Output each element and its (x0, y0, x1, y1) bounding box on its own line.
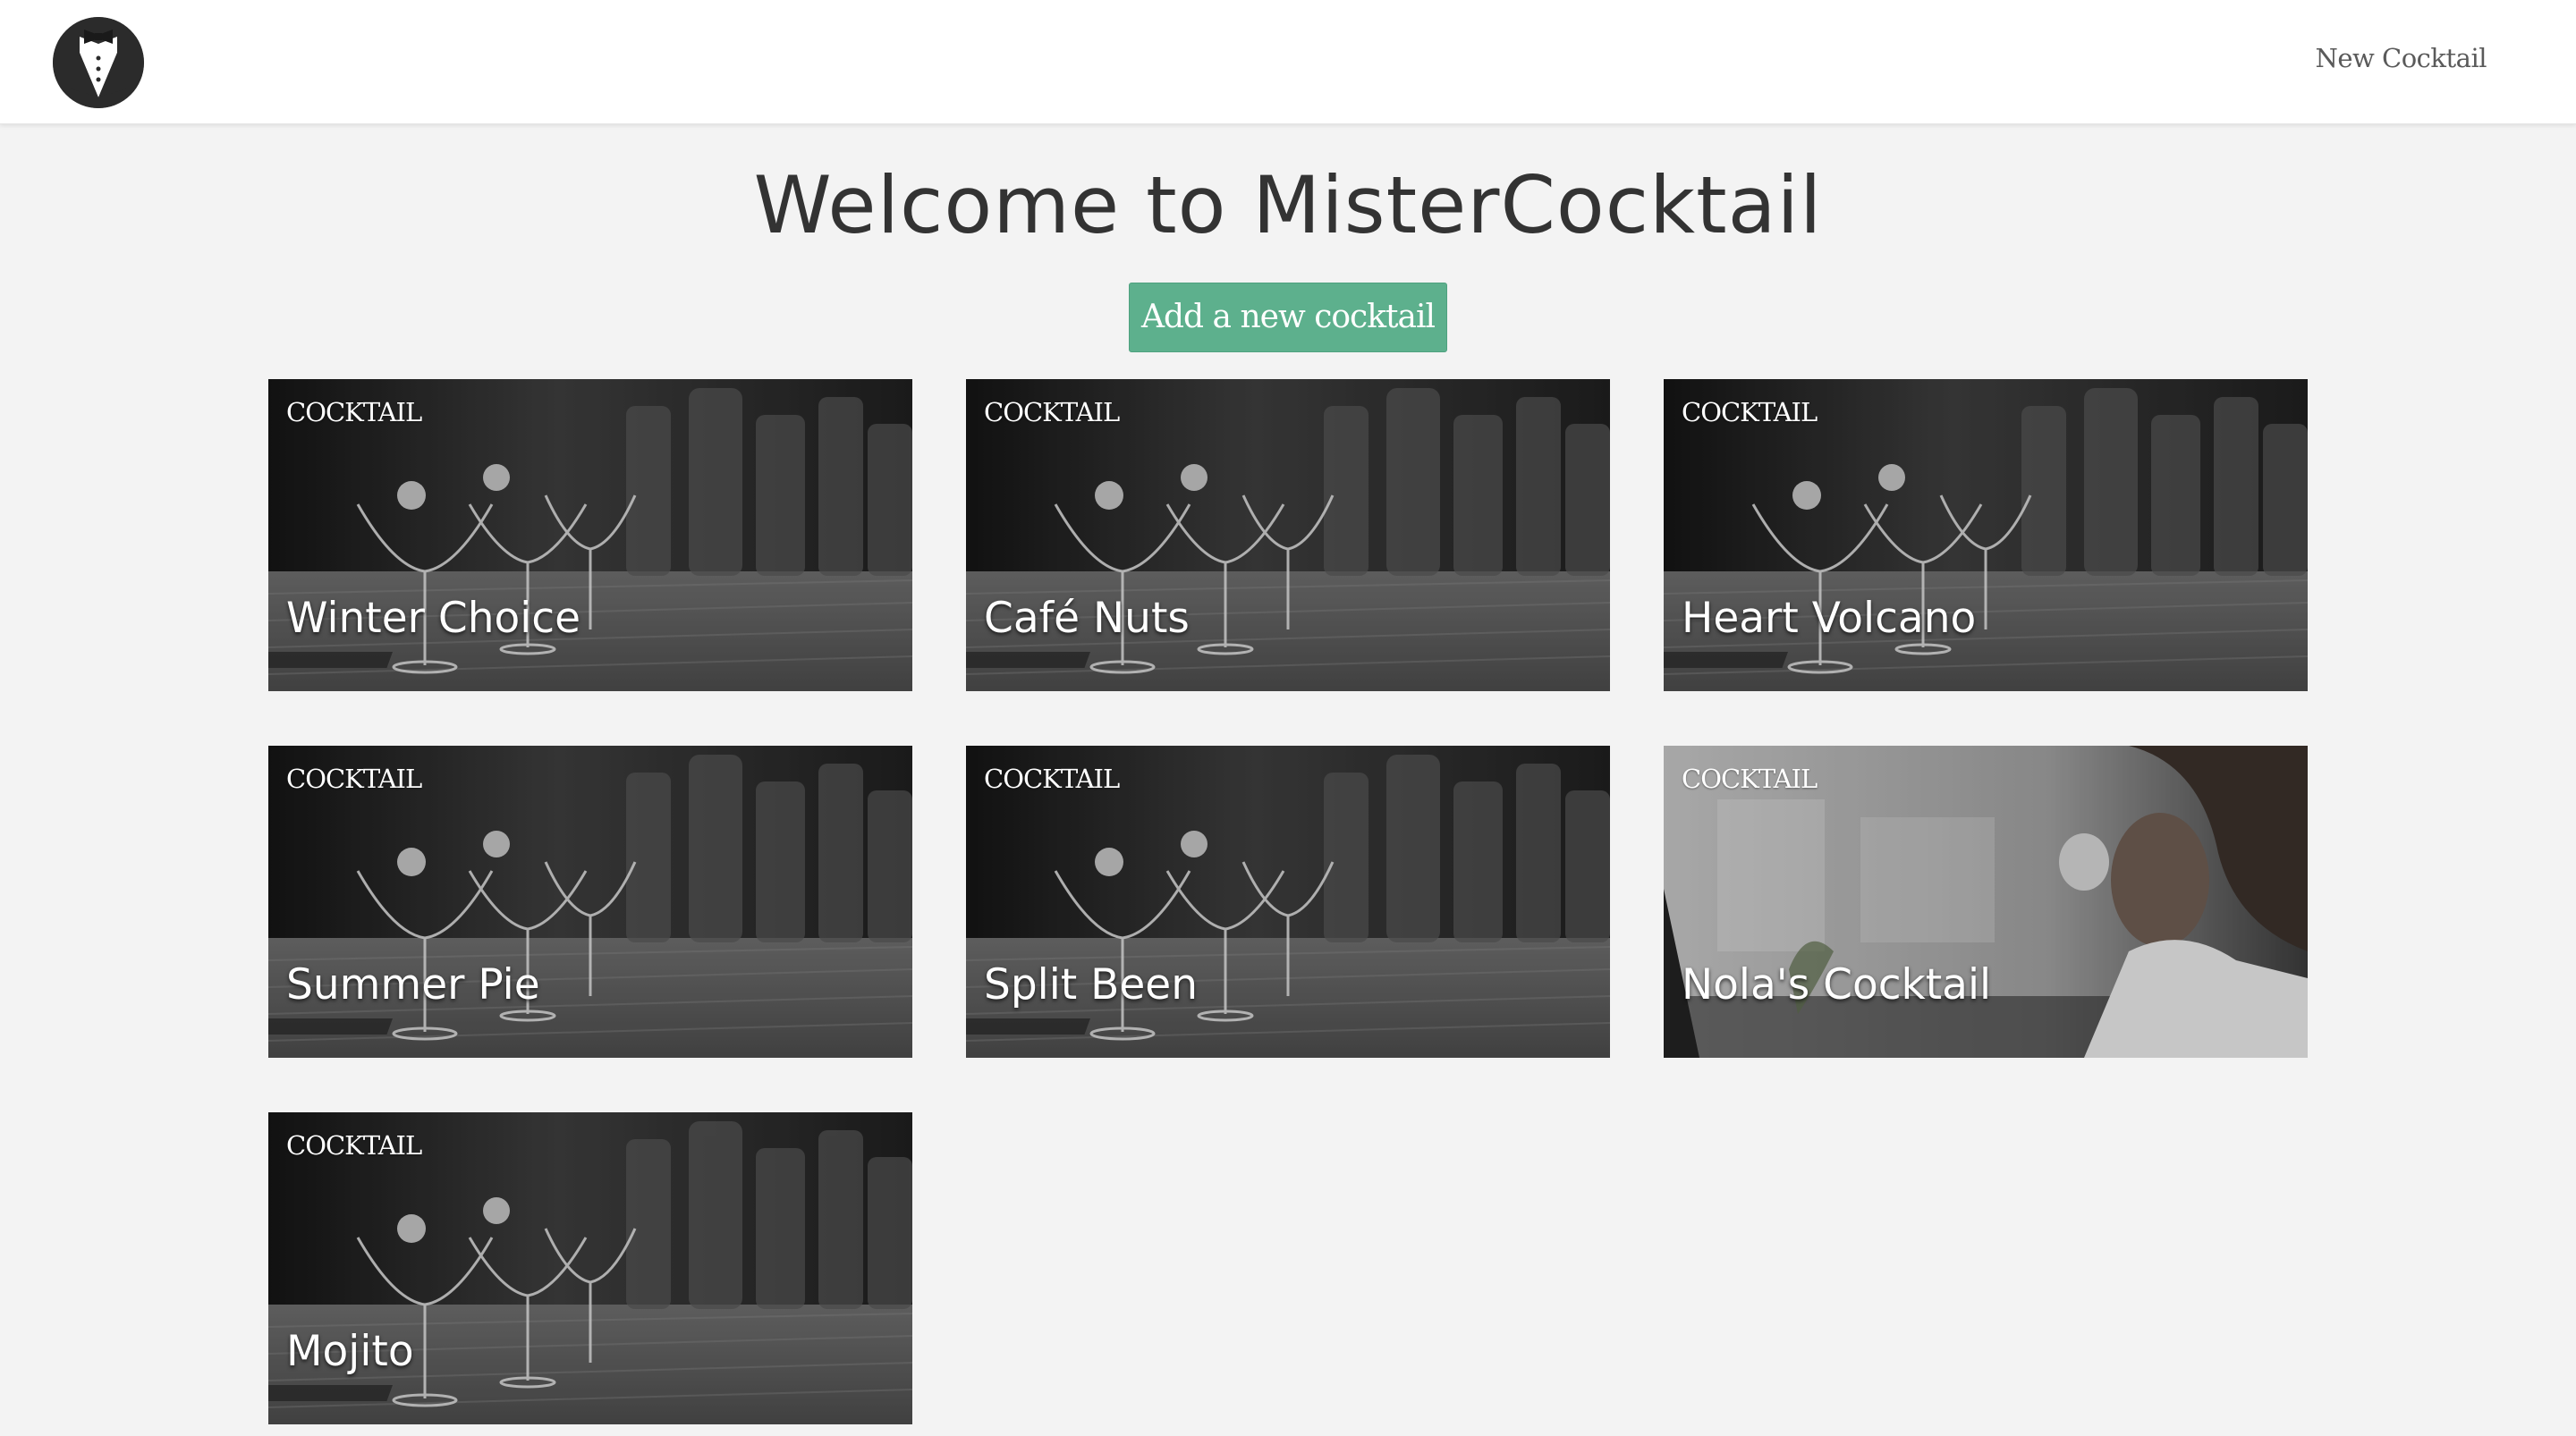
cocktail-grid: COCKTAIL Winter Choice COCKTAIL Café Nut… (268, 379, 2309, 1424)
card-title: Split Been (984, 960, 1199, 1009)
card-title: Mojito (286, 1327, 414, 1376)
card-category: COCKTAIL (286, 764, 422, 794)
card-category: COCKTAIL (286, 397, 422, 427)
cocktail-card[interactable]: COCKTAIL Café Nuts (966, 379, 1610, 691)
card-category: COCKTAIL (984, 764, 1120, 794)
card-title: Winter Choice (286, 594, 581, 643)
cocktail-card[interactable]: COCKTAIL Summer Pie (268, 746, 912, 1058)
cocktail-card[interactable]: COCKTAIL Split Been (966, 746, 1610, 1058)
card-title: Heart Volcano (1682, 594, 1977, 643)
page-title: Welcome to MisterCocktail (753, 159, 1823, 251)
card-category: COCKTAIL (286, 1130, 422, 1161)
cocktail-card[interactable]: COCKTAIL Heart Volcano (1664, 379, 2308, 691)
navbar: New Cocktail (0, 0, 2576, 124)
cocktail-card[interactable]: COCKTAIL Mojito (268, 1112, 912, 1424)
card-title: Summer Pie (286, 960, 540, 1009)
add-cocktail-button[interactable]: Add a new cocktail (1129, 283, 1447, 352)
card-title: Nola's Cocktail (1682, 960, 1992, 1009)
cocktail-card[interactable]: COCKTAIL Nola's Cocktail (1664, 746, 2308, 1058)
card-title: Café Nuts (984, 594, 1190, 643)
card-category: COCKTAIL (1682, 397, 1818, 427)
nav-new-cocktail-link[interactable]: New Cocktail (2315, 43, 2487, 73)
card-category: COCKTAIL (984, 397, 1120, 427)
cocktail-card[interactable]: COCKTAIL Winter Choice (268, 379, 912, 691)
tuxedo-bowtie-icon[interactable] (53, 17, 144, 108)
card-category: COCKTAIL (1682, 764, 1818, 794)
